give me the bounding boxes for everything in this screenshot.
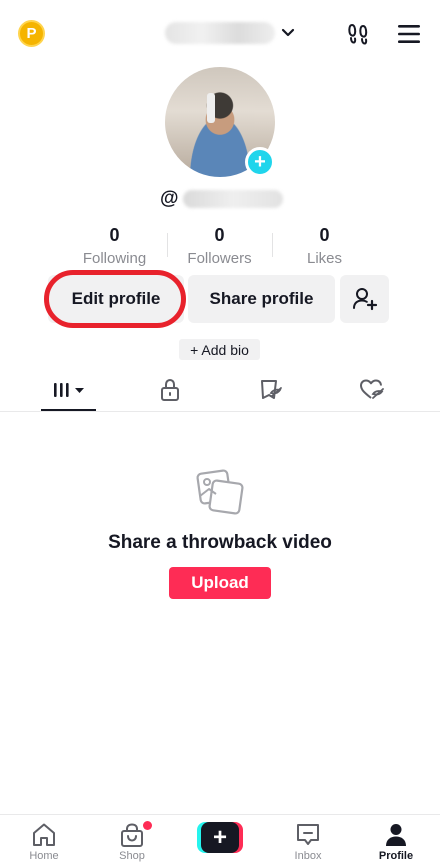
add-bio-button[interactable]: + Add bio (179, 339, 260, 360)
stat-following[interactable]: 0 Following (62, 225, 167, 269)
tab-private[interactable] (140, 370, 200, 410)
photos-icon (196, 469, 244, 515)
liked-hidden-icon (360, 379, 384, 399)
tab-liked[interactable] (342, 370, 402, 410)
menu-icon[interactable] (395, 20, 423, 48)
handle-blurred (182, 190, 283, 208)
create-button[interactable]: + (197, 822, 243, 853)
stat-label: Following (82, 250, 147, 267)
stat-followers[interactable]: 0 Followers (167, 225, 272, 269)
share-profile-button[interactable]: Share profile (188, 275, 335, 323)
bottom-nav: Home Shop + Inbox Profile (0, 814, 440, 864)
empty-state-title: Share a throwback video (108, 532, 332, 553)
chevron-down-icon (281, 28, 295, 37)
create-plus-icon: + (201, 822, 239, 853)
add-user-icon (352, 288, 377, 311)
repost-icon (261, 380, 282, 399)
coin-icon[interactable]: P (18, 20, 45, 47)
nav-profile[interactable]: Profile (365, 821, 427, 864)
avatar-photo-detail (207, 93, 215, 123)
profile-tabs (0, 370, 440, 412)
profile-icon (386, 824, 406, 846)
stat-value: 0 (109, 225, 120, 245)
stat-label: Followers (187, 250, 252, 267)
stat-value: 0 (319, 225, 330, 245)
upload-button[interactable]: Upload (169, 567, 271, 599)
tab-reposts[interactable] (241, 370, 301, 410)
top-bar: P (0, 0, 440, 66)
home-icon (33, 823, 55, 846)
lock-icon (161, 378, 179, 401)
highlight-annotation-ring (44, 270, 186, 328)
account-switcher[interactable] (165, 20, 295, 46)
stat-label: Likes (306, 250, 343, 267)
handle-at: @ (160, 188, 179, 209)
nav-label: Home (29, 850, 59, 862)
nav-label: Shop (119, 850, 145, 862)
profile-handle: @ (160, 187, 283, 211)
nav-inbox[interactable]: Inbox (277, 821, 339, 864)
notification-dot (143, 821, 152, 830)
shop-bag-icon (121, 823, 143, 847)
tab-videos[interactable] (40, 370, 100, 411)
nav-label: Inbox (294, 850, 322, 862)
stat-value: 0 (214, 225, 225, 245)
nav-home[interactable]: Home (13, 821, 75, 864)
footprint-icon[interactable] (344, 20, 372, 48)
add-avatar-button[interactable]: + (245, 147, 275, 177)
nav-shop[interactable]: Shop (101, 821, 163, 864)
videos-grid-icon (54, 383, 84, 397)
profile-stats: 0 Following 0 Followers 0 Likes (62, 225, 378, 269)
active-tab-indicator (41, 409, 96, 411)
username-blurred (165, 22, 275, 44)
inbox-icon (297, 824, 319, 845)
stat-likes[interactable]: 0 Likes (272, 225, 377, 269)
add-friends-button[interactable] (340, 275, 389, 323)
nav-label: Profile (378, 850, 414, 862)
